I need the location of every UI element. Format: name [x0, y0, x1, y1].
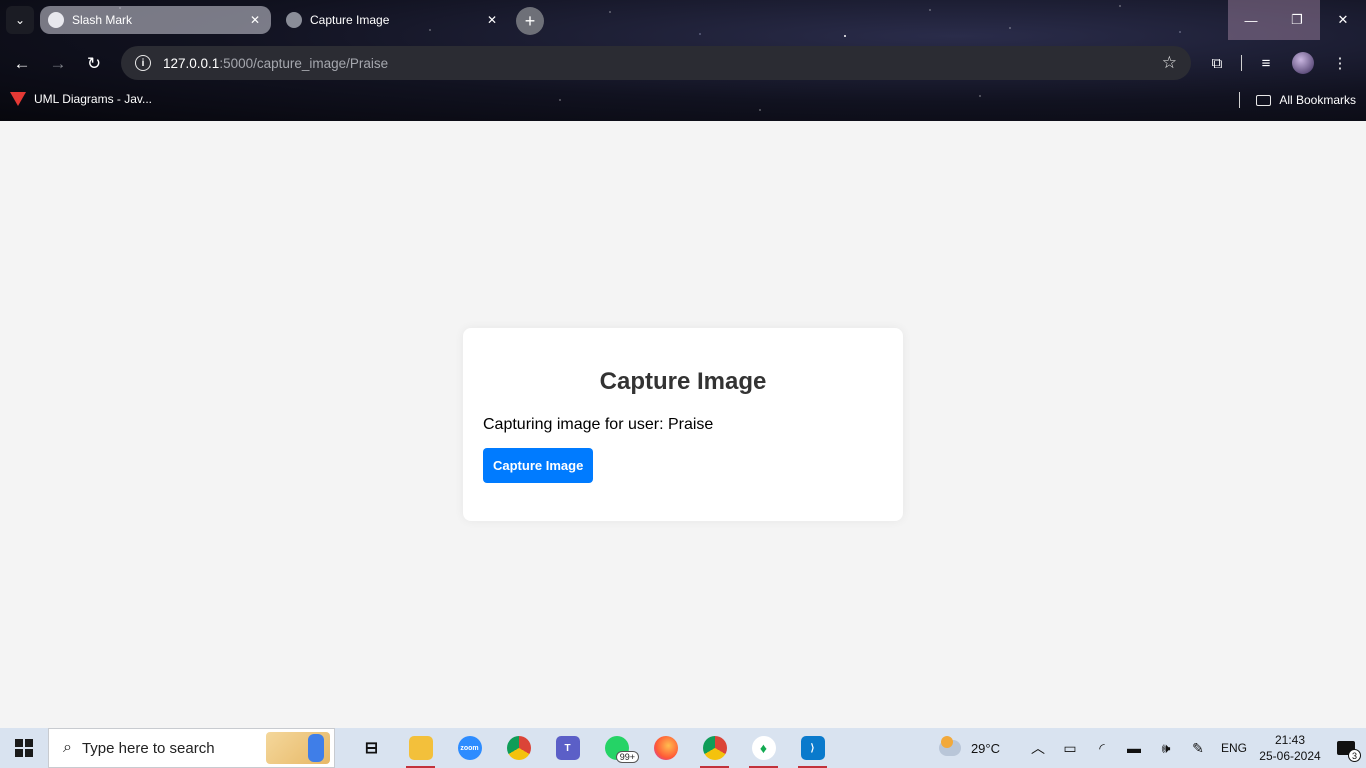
url-host: 127.0.0.1: [163, 55, 220, 71]
start-button[interactable]: [0, 728, 48, 768]
weather-icon: [938, 736, 961, 756]
meet-now-icon[interactable]: ▭: [1054, 740, 1086, 757]
file-explorer-app[interactable]: [396, 728, 445, 768]
toolbar-divider: [1241, 55, 1242, 71]
globe-icon: [48, 12, 64, 28]
bookmarks-divider: [1239, 92, 1241, 108]
weather-temp: 29°C: [970, 740, 1000, 756]
chrome-icon: [506, 736, 531, 760]
whatsapp-app[interactable]: 99+: [592, 728, 641, 768]
zoom-app[interactable]: zoom: [445, 728, 494, 768]
address-bar[interactable]: i 127.0.0.1:5000/capture_image/Praise ☆: [121, 46, 1191, 80]
media-controls-icon[interactable]: ≡: [1248, 55, 1284, 72]
chrome-icon: [702, 736, 727, 760]
taskbar-search[interactable]: ⌕ Type here to search: [48, 728, 335, 768]
chrome-profile-app[interactable]: [690, 728, 739, 768]
close-icon[interactable]: ✕: [247, 13, 263, 27]
all-bookmarks-label: All Bookmarks: [1279, 93, 1356, 107]
vscode-icon: ⟩: [800, 736, 825, 760]
task-view-button[interactable]: ⊟: [347, 728, 396, 768]
new-tab-button[interactable]: +: [516, 7, 544, 35]
forward-button[interactable]: →: [44, 50, 72, 78]
language-indicator[interactable]: ENG: [1214, 741, 1254, 755]
tab-slash-mark[interactable]: Slash Mark ✕: [40, 6, 271, 34]
clock-date: 25-06-2024: [1259, 749, 1321, 763]
back-button[interactable]: ←: [8, 50, 36, 78]
mongodb-compass-app[interactable]: ♦: [739, 728, 788, 768]
extensions-icon[interactable]: ⧉: [1199, 55, 1235, 72]
url-path: :5000/capture_image/Praise: [219, 55, 389, 71]
close-window-button[interactable]: ✕: [1320, 0, 1366, 40]
profile-avatar[interactable]: [1292, 52, 1314, 74]
taskbar-apps: ⊟ zoom T 99+ ♦ ⟩: [347, 728, 837, 768]
toolbar-actions: ⧉ ≡ ⋮: [1199, 48, 1358, 78]
wifi-icon[interactable]: ◜: [1086, 740, 1118, 757]
task-view-icon: ⊟: [364, 740, 379, 757]
tab-capture-image[interactable]: Capture Image ✕: [278, 6, 508, 34]
bookmark-uml-diagrams[interactable]: UML Diagrams - Jav...: [10, 92, 152, 106]
notification-center-button[interactable]: 3: [1326, 728, 1366, 768]
clock-time: 21:43: [1274, 733, 1306, 747]
tab-title: Capture Image: [310, 13, 390, 27]
capture-card: Capture Image Capturing image for user: …: [463, 328, 903, 521]
notification-badge: 99+: [615, 751, 639, 763]
minimize-button[interactable]: —: [1228, 0, 1274, 40]
zoom-icon: zoom: [457, 736, 482, 760]
search-highlight-image: [266, 732, 330, 764]
page-title: Capture Image: [599, 368, 767, 395]
capture-message: Capturing image for user: Praise: [483, 416, 714, 433]
teams-app[interactable]: T: [543, 728, 592, 768]
tab-strip: ⌄ Slash Mark ✕ Capture Image ✕ + — ❐ ✕: [0, 0, 1366, 40]
system-tray: 29°C ︿ ▭ ◜ ▬ 🕪 ✎ ENG 21:43 25-06-2024 3: [938, 728, 1366, 768]
mongodb-leaf-icon: ♦: [751, 736, 776, 760]
search-icon: ⌕: [63, 739, 72, 756]
tab-search-button[interactable]: ⌄: [6, 6, 34, 34]
window-controls: — ❐ ✕: [1228, 0, 1366, 40]
close-icon[interactable]: ✕: [484, 13, 500, 27]
weather-widget[interactable]: 29°C: [938, 736, 1000, 756]
teams-icon: T: [555, 736, 580, 760]
vscode-app[interactable]: ⟩: [788, 728, 837, 768]
clock[interactable]: 21:43 25-06-2024: [1254, 732, 1326, 764]
browser-chrome: ⌄ Slash Mark ✕ Capture Image ✕ + — ❐ ✕ ←…: [0, 0, 1366, 121]
pen-icon[interactable]: ✎: [1182, 740, 1214, 757]
windows-logo-icon: [15, 739, 33, 757]
restore-button[interactable]: ❐: [1274, 0, 1320, 40]
notification-count: 3: [1348, 749, 1361, 762]
menu-icon[interactable]: ⋮: [1322, 54, 1358, 72]
battery-icon[interactable]: ▬: [1118, 740, 1150, 756]
bookmark-label: UML Diagrams - Jav...: [34, 92, 153, 106]
page-content: Capture Image Capturing image for user: …: [0, 121, 1366, 728]
chevron-up-icon[interactable]: ︿: [1022, 738, 1054, 758]
search-placeholder: Type here to search: [81, 739, 215, 757]
firefox-app[interactable]: [641, 728, 690, 768]
folder-icon: [408, 736, 433, 760]
chrome-app[interactable]: [494, 728, 543, 768]
firefox-icon: [653, 736, 678, 760]
all-bookmarks-button[interactable]: All Bookmarks: [1239, 92, 1356, 108]
windows-taskbar: ⌕ Type here to search ⊟ zoom T 99+ ♦ ⟩ 2…: [0, 728, 1366, 768]
capture-image-button[interactable]: Capture Image: [483, 448, 594, 483]
volume-icon[interactable]: 🕪: [1150, 740, 1182, 757]
browser-toolbar: ← → ↻ i 127.0.0.1:5000/capture_image/Pra…: [0, 42, 1366, 84]
bookmark-favicon-icon: [10, 92, 26, 106]
tab-title: Slash Mark: [72, 13, 133, 27]
site-info-icon[interactable]: i: [135, 55, 151, 71]
folder-icon: [1256, 94, 1272, 106]
globe-icon: [286, 12, 302, 28]
bookmarks-bar: UML Diagrams - Jav... All Bookmarks: [0, 86, 1366, 114]
bookmark-star-icon[interactable]: ☆: [1162, 53, 1177, 73]
reload-button[interactable]: ↻: [80, 50, 108, 78]
